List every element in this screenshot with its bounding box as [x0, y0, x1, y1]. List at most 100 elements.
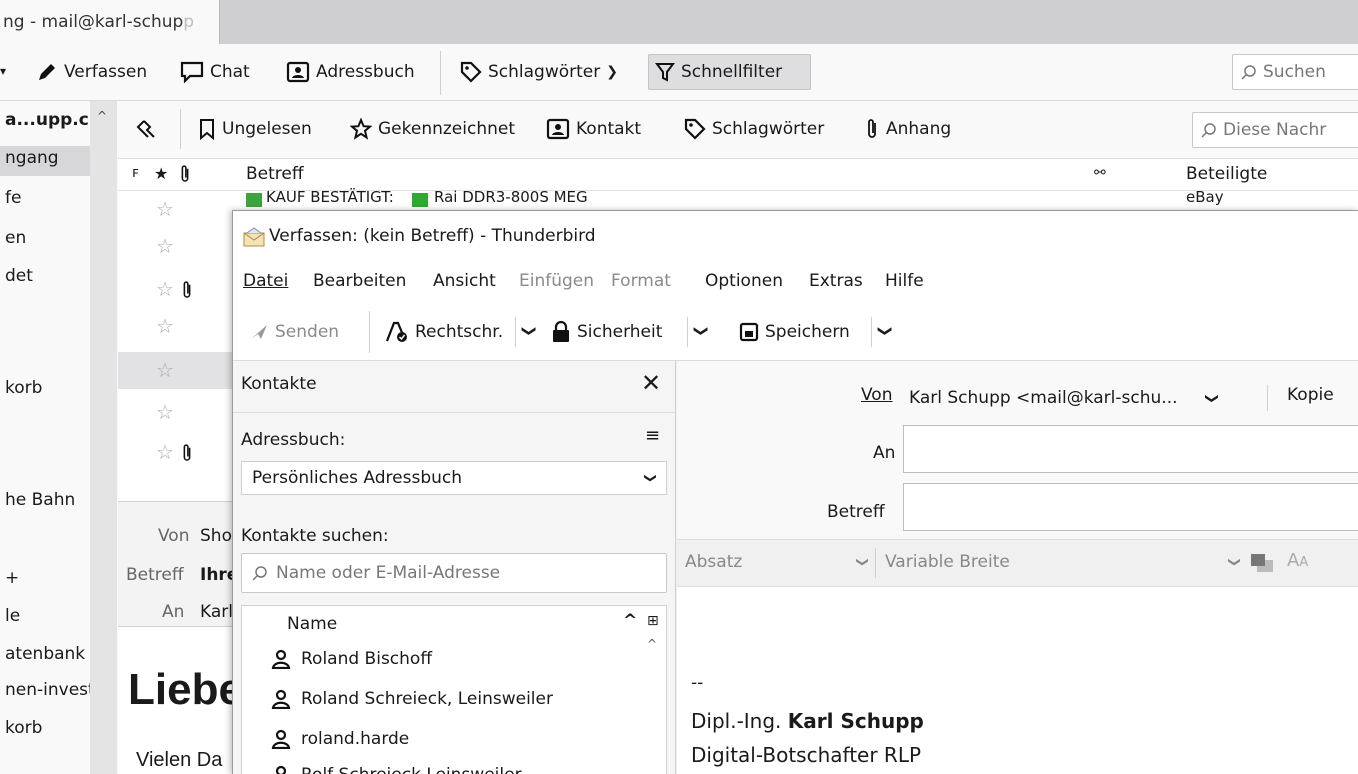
tags-button[interactable]: Schlagwörter ❯	[454, 54, 624, 90]
filter-contact-button[interactable]: Kontakt	[540, 111, 647, 147]
filter-starred-button[interactable]: Gekennzeichnet	[344, 111, 521, 147]
toolbar-separator	[440, 51, 441, 95]
filter-unread-button[interactable]: Ungelesen	[192, 111, 318, 147]
participants-column-header[interactable]: Beteiligte	[1186, 164, 1267, 184]
star-icon[interactable]: ☆	[156, 234, 174, 258]
star-icon[interactable]: ☆	[156, 277, 174, 301]
menu-file[interactable]: Datei	[243, 271, 288, 291]
font-size-icon[interactable]: AA	[1287, 550, 1308, 571]
text-color-icon[interactable]	[1249, 552, 1275, 574]
star-column-icon[interactable]: ★	[154, 164, 168, 183]
addressbook-select[interactable]: Persönliches Adressbuch ❯	[241, 461, 667, 495]
contacts-search-label: Kontakte suchen:	[241, 526, 389, 546]
global-search-input[interactable]: Suchen	[1232, 54, 1358, 90]
menu-help[interactable]: Hilfe	[885, 271, 924, 291]
sort-ascending-icon[interactable]: ^	[623, 611, 637, 631]
paperclip-icon	[180, 279, 194, 301]
star-icon[interactable]: ☆	[156, 314, 174, 338]
contact-name: Rolf Schreieck Leinsweiler	[301, 765, 522, 774]
compose-titlebar: Verfassen: (kein Betreff) - Thunderbird	[233, 211, 1358, 263]
menu-icon[interactable]: ≡	[645, 425, 660, 446]
contact-row[interactable]: Rolf Schreieck Leinsweiler	[233, 755, 676, 774]
contacts-sidebar: Kontakte ✕ Adressbuch: ≡ Persönliches Ad…	[233, 361, 676, 774]
send-button[interactable]: Senden	[243, 314, 345, 350]
chat-label: Chat	[210, 62, 250, 82]
chevron-down-icon[interactable]: ❯	[877, 325, 893, 337]
chevron-down-icon[interactable]: ❯	[693, 325, 709, 337]
star-icon	[350, 118, 372, 140]
folder-scrollbar[interactable]: ^	[90, 101, 117, 774]
menu-edit[interactable]: Bearbeiten	[313, 271, 406, 291]
to-input[interactable]	[903, 425, 1358, 473]
thread-column-header: ꜰ ★ Betreff ⚯ Beteiligte	[118, 159, 1358, 191]
menu-options-label: Optionen	[705, 271, 783, 291]
save-button[interactable]: Speichern	[733, 314, 856, 350]
star-icon[interactable]: ☆	[156, 440, 174, 464]
menu-view[interactable]: Ansicht	[433, 271, 496, 291]
person-icon	[271, 649, 291, 669]
person-icon	[271, 729, 291, 749]
attachment-column-icon[interactable]	[178, 163, 192, 185]
scroll-up-icon[interactable]: ^	[97, 109, 107, 123]
contact-row[interactable]: Roland Bischoff	[233, 639, 676, 679]
to-label: An	[873, 443, 896, 463]
dropdown-arrow-icon[interactable]: ▾	[0, 64, 6, 78]
menu-format[interactable]: Format	[611, 271, 671, 291]
account-label: a...upp.c	[5, 110, 89, 130]
subject-input[interactable]	[903, 483, 1358, 531]
folder-label: fe	[5, 188, 22, 208]
name-column-header[interactable]: Name	[287, 614, 337, 634]
contact-row[interactable]: Roland Schreieck, Leinsweiler	[233, 679, 676, 719]
font-select[interactable]: Variable Breite ❯	[885, 552, 1242, 572]
chevron-down-icon: ❯	[1227, 556, 1242, 568]
folder-label: +	[5, 568, 20, 588]
signature-title: Dipl.-Ing.	[691, 709, 788, 733]
contact-name: roland.harde	[301, 729, 410, 749]
read-status-column-icon[interactable]: ⚯	[1094, 165, 1106, 181]
chevron-down-icon: ❯	[855, 556, 870, 568]
chat-button[interactable]: Chat	[174, 54, 256, 90]
from-select[interactable]: Karl Schupp <mail@karl-schu... ❯	[909, 383, 1219, 413]
to-value[interactable]: Karl	[200, 602, 233, 622]
contacts-search-input[interactable]: Name oder E-Mail-Adresse	[241, 553, 667, 593]
person-icon	[275, 765, 287, 774]
star-icon[interactable]: ☆	[156, 197, 174, 221]
chevron-down-icon[interactable]: ❯	[521, 325, 537, 337]
star-icon[interactable]: ☆	[156, 400, 174, 424]
search-icon	[1201, 123, 1216, 138]
spellcheck-button[interactable]: Rechtschr.	[379, 314, 509, 350]
paragraph-format-value: Absatz	[685, 552, 743, 572]
cc-button[interactable]: Kopie	[1287, 385, 1334, 405]
quickfilter-bar: Ungelesen Gekennzeichnet Kontakt Schlagw…	[118, 101, 1358, 159]
contact-row[interactable]: roland.harde	[233, 719, 676, 759]
mail-tab[interactable]: ng - mail@karl-schupp	[0, 0, 220, 44]
pin-icon[interactable]	[136, 119, 158, 141]
menu-insert[interactable]: Einfügen	[519, 271, 594, 291]
filter-attachment-button[interactable]: Anhang	[858, 111, 957, 147]
paragraph-format-select[interactable]: Absatz ❯	[685, 552, 870, 572]
subject-label: Betreff	[126, 565, 184, 585]
addressbook-label: Adressbuch	[316, 62, 415, 82]
compose-editor[interactable]: -- Dipl.-Ing. Karl Schupp Digital-Botsch…	[677, 587, 1358, 774]
quickfilter-button[interactable]: Schnellfilter	[648, 54, 811, 90]
addressbook-button[interactable]: Adressbuch	[280, 54, 421, 90]
filter-tags-button[interactable]: Schlagwörter	[678, 111, 830, 147]
star-icon[interactable]: ☆	[156, 358, 174, 382]
filter-search-input[interactable]: Diese Nachr	[1192, 112, 1358, 148]
subject-column-header[interactable]: Betreff	[246, 164, 304, 184]
menu-extras[interactable]: Extras	[809, 271, 863, 291]
filter-attachment-label: Anhang	[886, 119, 952, 139]
security-button[interactable]: Sicherheit	[545, 314, 668, 350]
thread-column-icon[interactable]: ꜰ	[132, 165, 139, 181]
sender-label: eBay	[1186, 188, 1224, 206]
contact-card-icon	[546, 118, 570, 140]
column-picker-icon[interactable]: ⊞	[647, 613, 659, 629]
folder-label: atenbank	[5, 644, 86, 664]
menu-options[interactable]: Optionen	[705, 271, 783, 291]
compose-button[interactable]: Verfassen	[30, 54, 153, 90]
compose-menubar: Datei Bearbeiten Ansicht Einfügen Format…	[233, 263, 1358, 303]
close-icon[interactable]: ✕	[641, 369, 661, 397]
from-value[interactable]: Sho	[200, 526, 232, 546]
contact-name: Roland Bischoff	[301, 649, 433, 669]
compose-toolbar: Senden Rechtschr. ❯ Sicherheit ❯ Speiche…	[233, 303, 1358, 361]
